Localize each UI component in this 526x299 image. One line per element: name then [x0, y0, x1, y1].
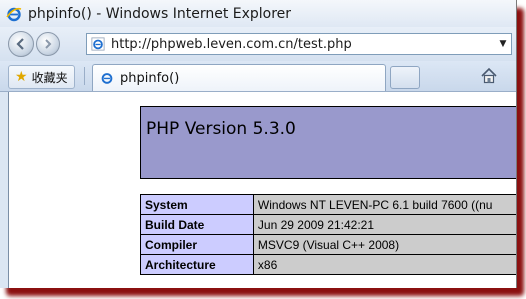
tab-phpinfo[interactable]: phpinfo()	[92, 64, 386, 91]
row-value: Windows NT LEVEN-PC 6.1 build 7600 ((nu	[252, 194, 516, 215]
forward-button[interactable]	[36, 32, 60, 56]
page-ie-icon	[90, 36, 106, 52]
tab-label: phpinfo()	[120, 70, 180, 86]
navigation-bar: http://phpweb.leven.com.cn/test.php ▼	[0, 27, 516, 61]
row-key: Compiler	[140, 234, 254, 255]
tab-ie-icon	[99, 70, 115, 86]
row-key: System	[140, 194, 254, 215]
title-bar[interactable]: phpinfo() - Windows Internet Explorer	[0, 0, 516, 27]
page-content: PHP Version 5.3.0 System Windows NT LEVE…	[8, 92, 516, 288]
row-key: Architecture	[140, 254, 254, 275]
row-value: MSVC9 (Visual C++ 2008)	[252, 234, 516, 255]
favorites-button[interactable]: ★ 收藏夹	[8, 65, 75, 89]
tab-bar: ★ 收藏夹 phpinfo()	[0, 61, 516, 92]
forward-arrow-icon	[45, 39, 52, 49]
favorites-label: 收藏夹	[31, 70, 68, 85]
row-value: Jun 29 2009 21:42:21	[252, 214, 516, 235]
table-row: Compiler MSVC9 (Visual C++ 2008)	[140, 234, 516, 255]
info-table: System Windows NT LEVEN-PC 6.1 build 760…	[140, 194, 516, 275]
back-arrow-icon	[16, 38, 24, 50]
table-row: System Windows NT LEVEN-PC 6.1 build 760…	[140, 194, 516, 215]
window-title: phpinfo() - Windows Internet Explorer	[28, 5, 292, 22]
row-value: x86	[252, 254, 516, 275]
address-bar[interactable]: http://phpweb.leven.com.cn/test.php ▼	[86, 33, 512, 55]
table-row: Build Date Jun 29 2009 21:42:21	[140, 214, 516, 235]
table-row: Architecture x86	[140, 254, 516, 275]
new-tab-button[interactable]	[390, 66, 420, 89]
ie-logo-icon	[6, 6, 22, 22]
tab-separator	[84, 67, 85, 85]
address-dropdown-icon[interactable]: ▼	[495, 34, 511, 54]
home-icon[interactable]	[480, 67, 498, 85]
php-version-header: PHP Version 5.3.0	[140, 106, 516, 179]
page-title: PHP Version 5.3.0	[146, 119, 296, 139]
row-key: Build Date	[140, 214, 254, 235]
star-icon: ★	[15, 69, 28, 85]
back-button[interactable]	[8, 31, 34, 57]
url-text[interactable]: http://phpweb.leven.com.cn/test.php	[111, 37, 495, 52]
browser-window: phpinfo() - Windows Internet Explorer ht…	[0, 0, 517, 288]
